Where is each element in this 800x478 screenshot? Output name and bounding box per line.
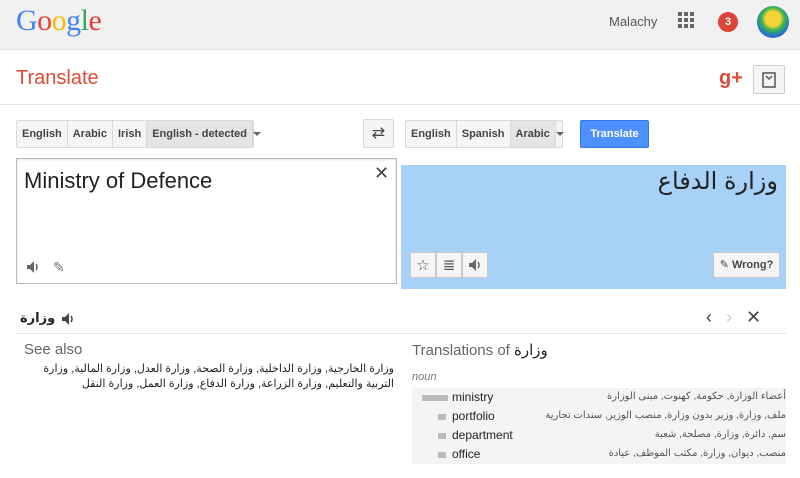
translation-synonyms: منصب, ديوان, وزارة, مكتب الموظف, عيادة [608,448,786,459]
source-lang-irish[interactable]: Irish [113,121,148,147]
translation-word: office [452,447,481,461]
dictionary-header: وزارة ‹ › ✕ [16,306,786,334]
target-lang-dropdown[interactable] [555,121,564,147]
pencil-icon: ✎ [719,259,732,271]
translation-row[interactable]: department سم, دائرة, وزارة, مصلحة, شعبة [412,426,786,445]
frequency-bar [422,395,448,401]
translate-button[interactable]: Translate [580,120,649,148]
speaker-icon[interactable] [25,259,41,275]
source-text-input[interactable]: Ministry of Defence ✕ ✎ [16,158,397,284]
translations-heading: Translations of وزارة [412,341,548,359]
translation-synonyms: سم, دائرة, وزارة, مصلحة, شعبة [654,429,786,440]
edit-pencil-icon[interactable]: ✎ [53,259,65,276]
phrasebook-button[interactable] [753,65,785,94]
avatar[interactable] [757,6,789,38]
chevron-right-icon[interactable]: › [726,307,732,328]
translated-text[interactable]: وزارة الدفاع [658,167,778,196]
translation-row[interactable]: office منصب, ديوان, وزارة, مكتب الموظف, … [412,445,786,464]
select-text-icon[interactable]: ≣ [436,252,462,278]
chevron-down-icon [555,132,564,136]
top-bar: Google Malachy 3 [0,0,800,50]
chevron-left-icon[interactable]: ‹ [706,307,712,328]
app-header: Translate g+ [0,51,800,105]
account-name[interactable]: Malachy [609,14,657,29]
page-title[interactable]: Translate [16,67,99,90]
clear-icon[interactable]: ✕ [374,163,389,184]
speaker-icon[interactable] [60,311,76,327]
result-toolbar: ☆ ≣ [410,252,488,278]
target-lang-arabic[interactable]: Arabic [510,121,556,147]
dictionary-word: وزارة [20,310,56,325]
translation-word: department [452,428,513,442]
translation-word: ministry [452,390,494,404]
part-of-speech: noun [412,371,437,383]
star-icon[interactable]: ☆ [410,252,436,278]
frequency-bar [438,433,446,439]
translations-title: Translations of [412,342,510,359]
speaker-icon [469,259,480,271]
google-plus-icon[interactable]: g+ [719,67,743,90]
source-lang-english[interactable]: English [17,121,68,147]
frequency-bar [438,452,446,458]
source-lang-detected[interactable]: English - detected [147,121,253,147]
frequency-bar [438,414,446,420]
close-icon[interactable]: ✕ [746,307,761,328]
see-also-heading: See also [24,341,83,358]
chevron-down-icon [252,132,261,136]
target-language-bar: English Spanish Arabic [405,120,564,148]
translation-word: portfolio [452,409,495,423]
google-logo[interactable]: Google [16,4,102,38]
target-lang-spanish[interactable]: Spanish [457,121,511,147]
translation-row[interactable]: ministry أعضاء الوزارة, حكومة, كهنوت, مب… [412,388,786,407]
target-lang-english[interactable]: English [406,121,457,147]
translation-row[interactable]: portfolio ملف, وزارة, وزير بدون وزارة, م… [412,407,786,426]
translation-result: وزارة الدفاع ☆ ≣ ✎ Wrong? [401,165,786,289]
source-lang-dropdown[interactable] [252,121,261,147]
dictionary-nav: ‹ › ✕ [706,307,761,328]
translations-word: وزارة [514,342,548,359]
wrong-label: Wrong? [731,259,774,271]
source-language-bar: English Arabic Irish English - detected [16,120,261,148]
notification-badge[interactable]: 3 [718,12,738,32]
source-text[interactable]: Ministry of Defence [24,168,212,194]
translation-synonyms: أعضاء الوزارة, حكومة, كهنوت, مبنى الوزار… [606,391,786,402]
listen-button[interactable] [462,252,488,278]
swap-languages-button[interactable]: ⇄ [363,119,394,148]
apps-grid-icon[interactable] [678,12,694,28]
wrong-button[interactable]: ✎ Wrong? [713,252,780,278]
phrasebook-icon [762,71,776,88]
translation-synonyms: ملف, وزارة, وزير بدون وزارة, منصب الوزير… [545,410,786,421]
source-lang-arabic[interactable]: Arabic [68,121,113,147]
see-also-list[interactable]: وزارة الخارجية, وزارة الداخلية, وزارة ال… [20,362,394,392]
swap-icon: ⇄ [371,125,386,142]
